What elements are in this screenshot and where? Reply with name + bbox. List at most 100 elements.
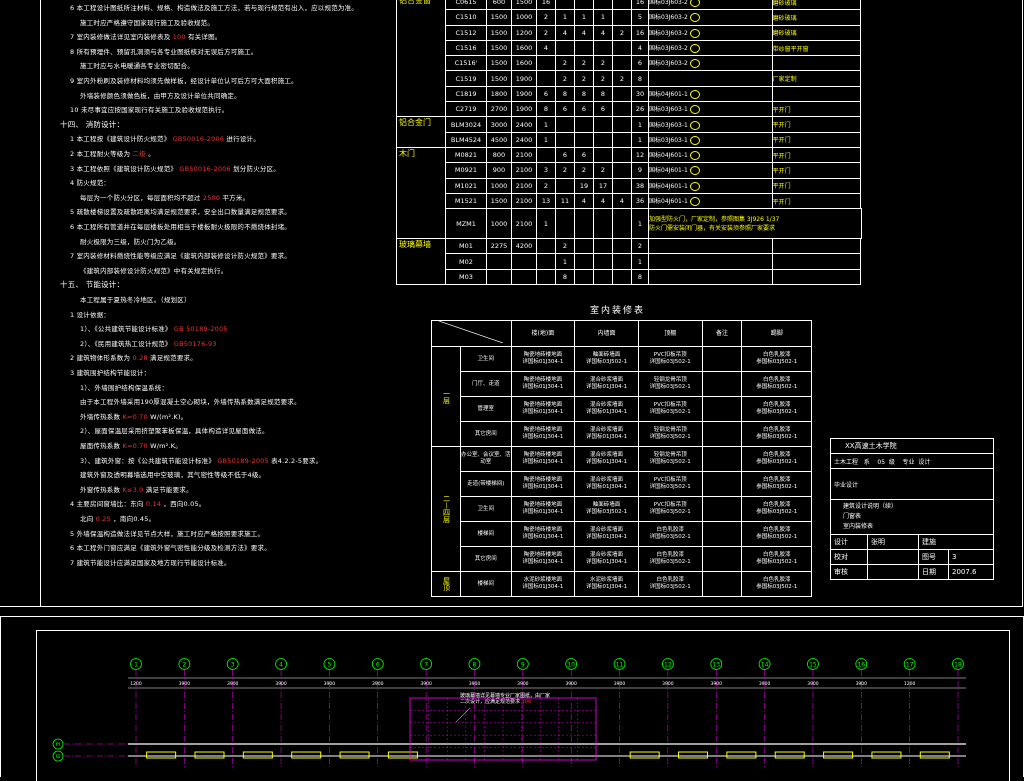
- drawing-number: 3: [948, 549, 994, 565]
- door-cell: 1: [631, 253, 649, 270]
- door-ref: 国标03J603-2: [648, 39, 773, 57]
- note-number: 十五、: [60, 280, 86, 290]
- note-line: 2）、屋面保温层采用挤塑聚苯板保温，具体构造详见屋面做法。: [80, 427, 269, 436]
- door-cell: 600: [486, 0, 512, 11]
- dimension-text: 3900: [227, 681, 239, 687]
- door-table-row: M0921 900 2100 3 2 2 2 9 国标04J601-1 平开门: [397, 162, 862, 179]
- axis-label: H: [56, 742, 60, 748]
- finish-note: [701, 496, 743, 522]
- door-table-row: C1516' 1500 1600 2 2 2 6 国标03J603-2: [397, 55, 862, 72]
- note-line: 9 室内外粉刷及装修材料均须先做样板，经设计单位认可后方可大面积施工。: [70, 77, 298, 85]
- date-value: 2007.6: [948, 564, 994, 580]
- finish-note: [701, 471, 743, 497]
- dimension-text: 3900: [807, 681, 819, 687]
- door-code: C1512: [445, 24, 487, 41]
- door-cell: 1500: [486, 9, 512, 26]
- dimension-text: 1200: [130, 681, 142, 687]
- door-code: M02: [445, 253, 487, 270]
- dimension-text: 3900: [179, 681, 191, 687]
- door-cell: 1: [574, 9, 594, 26]
- note-line: 外墙装修颜色须做色板，由甲方及设计单位共同确定。: [80, 91, 241, 100]
- finish-header-cell: 备注: [701, 320, 743, 347]
- door-cell: 1500: [486, 24, 512, 41]
- door-cell: [593, 0, 613, 11]
- axis-label: 17: [906, 662, 914, 669]
- door-cell: 38: [631, 177, 649, 194]
- door-note: 平开门: [771, 162, 861, 179]
- door-code: M0921: [445, 162, 487, 179]
- finish-room: 其它房间: [460, 546, 512, 572]
- note-line: 3 本工程依照《建筑设计防火规范》 GB50016-2006 划分防火分区。: [70, 164, 281, 173]
- finish-note: [701, 371, 743, 397]
- window-symbol: [774, 751, 805, 759]
- door-cell: [574, 238, 594, 255]
- finish-cell: 陶瓷地砖楼地面 详国标01J304-1: [510, 496, 576, 522]
- door-cell: 1500: [511, 0, 537, 11]
- door-cell: 2: [593, 70, 613, 87]
- dimension-text: 3900: [614, 681, 626, 687]
- dimension-text: 3900: [517, 681, 529, 687]
- door-cell: [574, 131, 594, 148]
- door-ref: [648, 70, 773, 87]
- design-notes: 6 本工程设计图纸所注材料、规格、构造做法及施工方法，若与现行规范有出入，应以规…: [60, 2, 390, 587]
- axis-label: 6: [376, 662, 380, 669]
- note-number: 9: [70, 77, 77, 85]
- detail-symbol-icon: [689, 105, 700, 115]
- door-cell: 2: [536, 9, 556, 26]
- door-table-row: 铝合金窗 C0615 600 1500 16 16 国标03J603-2 磨砂玻璃: [396, 0, 862, 118]
- window-symbol: [194, 751, 225, 759]
- detail-symbol-icon: [689, 181, 700, 191]
- finish-room: 楼梯间: [460, 521, 512, 547]
- dimension-text: 1200: [904, 681, 916, 687]
- finish-cell: 陶瓷地砖楼地面 详国标01J304-1: [510, 396, 576, 422]
- finish-row: 其它房间 陶瓷地砖楼地面 详国标01J304-1 混合砂浆墙面 详国标01J304-…: [432, 546, 812, 572]
- finish-base: 白色乳胶漆 参国标03J502-1: [741, 471, 812, 497]
- finish-cell: 混合砂浆墙面 详国标01J304-1: [574, 521, 639, 547]
- note-number: 2: [70, 150, 77, 158]
- check-value: 图号: [918, 549, 949, 565]
- window-symbol: [871, 751, 902, 759]
- door-ref: 国标04J601-1: [648, 192, 773, 210]
- note-line: 10 未尽事宜应按国家现行有关施工及验收规范执行。: [70, 106, 229, 115]
- finish-base: 白色乳胶漆 参国标03J502-1: [741, 521, 812, 547]
- door-cell: 1200: [511, 24, 537, 41]
- design-label: 设计: [830, 534, 868, 550]
- finish-cell: 混合砂浆墙面 详国标01J304-1: [574, 471, 639, 497]
- door-cell: 6: [555, 101, 575, 118]
- note-line: 施工时应严格遵守国家现行施工及验收规范。: [80, 18, 214, 27]
- finish-cell: 轻钢龙骨吊顶 详国标03J502-1: [637, 446, 703, 472]
- axis-label: 1: [134, 662, 138, 669]
- door-group-label: 铝合金门: [396, 116, 446, 148]
- note-number: 6: [70, 4, 77, 12]
- interior-finish-table: 楼(地)面 内墙面 顶棚 备注 踢脚 一层 卫生间 陶瓷地砖楼地面 详国标01J304-1 釉面…: [431, 320, 812, 597]
- finish-row: 屋顶 楼梯间 水泥砂浆楼地面 详国标01J304-1 水泥砂浆墙面 详国标01J304…: [431, 571, 812, 597]
- detail-symbol-icon: [689, 13, 700, 23]
- note-line: 6 本工程设计图纸所注材料、规格、构造做法及施工方法，若与现行规范有出入，应以规…: [70, 4, 359, 12]
- door-cell: 2100: [511, 208, 537, 240]
- detail-symbol-icon: [689, 59, 700, 69]
- door-cell: 2: [555, 162, 575, 179]
- door-ref: 国标03J603-2: [648, 9, 773, 26]
- door-cell: 1500: [486, 192, 512, 210]
- finish-cell: PVC扣板吊顶 详国标03J502-1: [637, 496, 703, 522]
- detail-symbol-icon: [689, 166, 700, 176]
- door-cell: 12: [631, 146, 649, 164]
- finish-note: [701, 546, 743, 572]
- door-cell: 11: [555, 192, 575, 210]
- door-cell: [612, 162, 632, 179]
- door-cell: 2: [555, 55, 575, 72]
- finish-cell: 陶瓷地砖楼地面 详国标01J304-1: [510, 471, 576, 497]
- door-cell: [612, 55, 632, 72]
- window-symbol: [823, 751, 854, 759]
- finish-floor-label: 屋顶: [431, 571, 461, 597]
- door-cell: [593, 39, 613, 57]
- door-cell: [593, 268, 613, 286]
- axis-label: 9: [521, 662, 525, 669]
- door-code: MZM1: [445, 208, 487, 240]
- door-code: C1516': [445, 55, 487, 72]
- door-cell: 4500: [486, 131, 512, 148]
- door-ref: 国标03J603-1: [648, 131, 773, 148]
- door-code: M0821: [445, 146, 487, 164]
- note-line: 《建筑内部装修设计防火规范》中有关规定执行。: [80, 266, 228, 275]
- door-ref: 国标03J603-1: [648, 116, 773, 133]
